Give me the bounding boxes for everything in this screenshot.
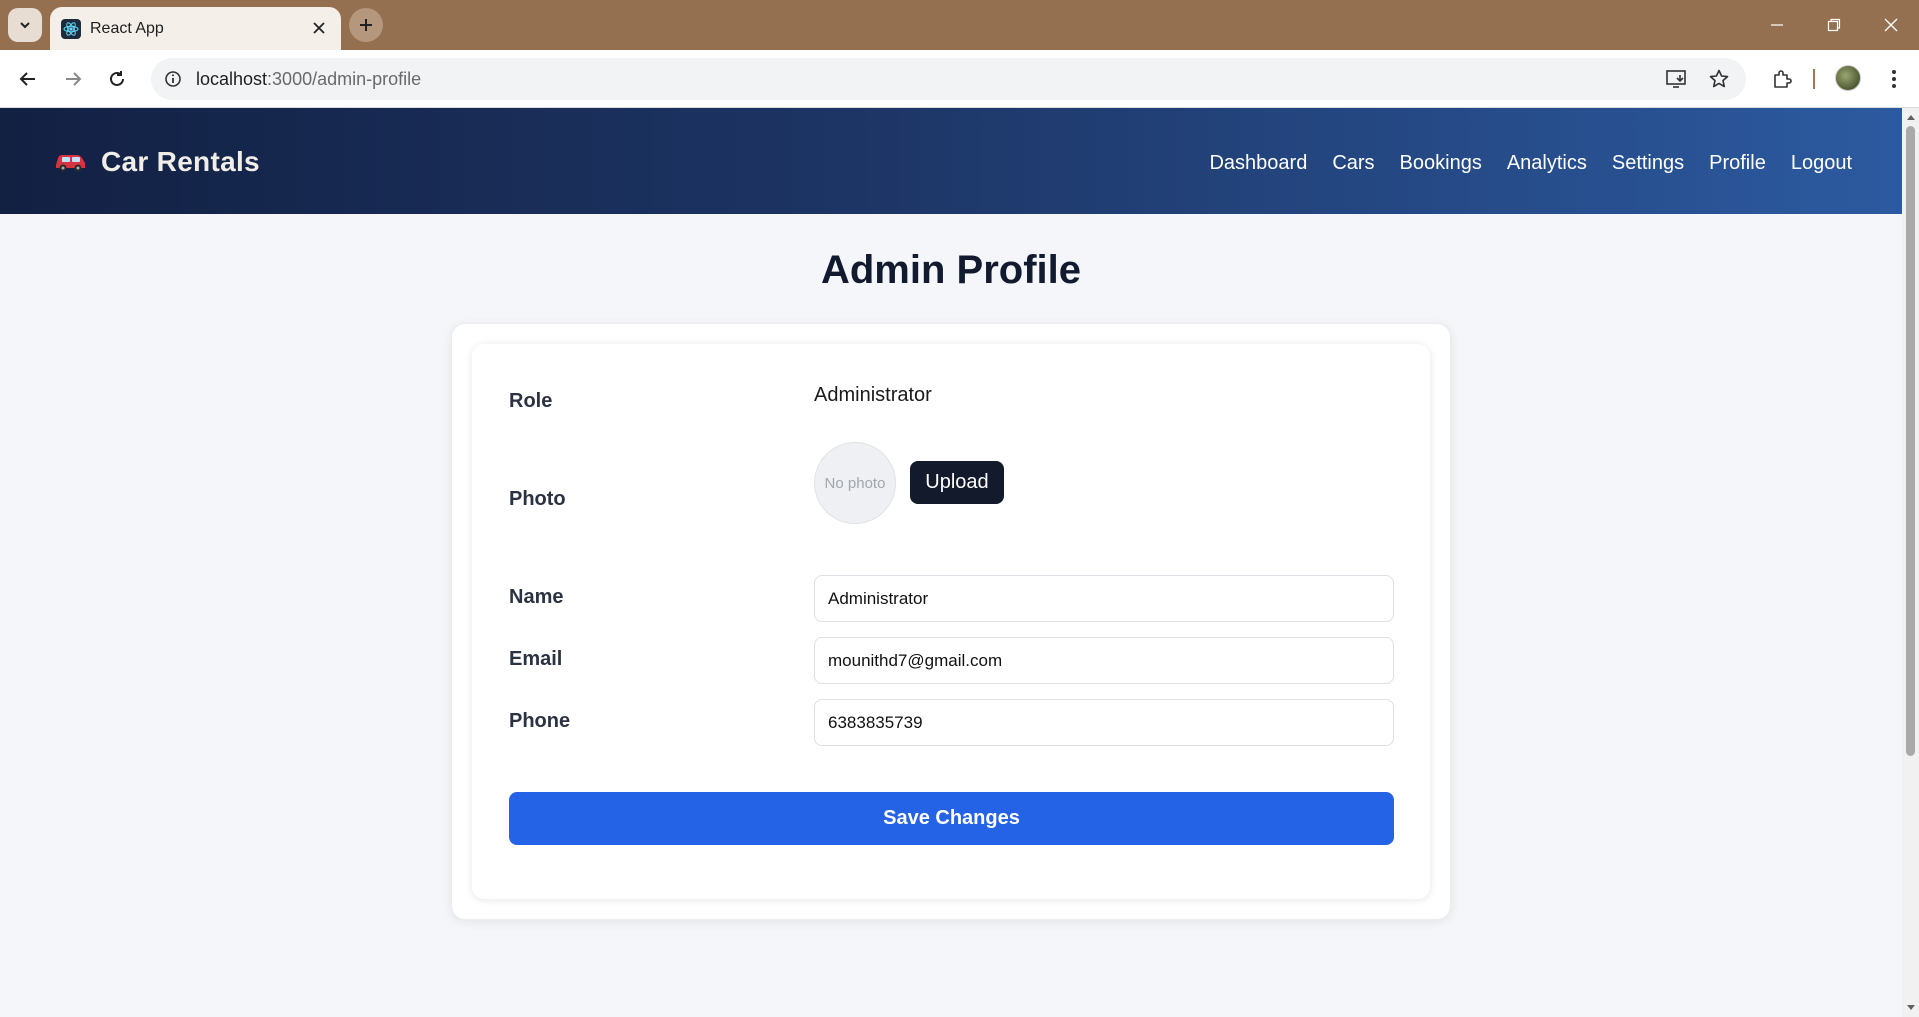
- nav-cars[interactable]: Cars: [1332, 152, 1374, 175]
- nav-analytics[interactable]: Analytics: [1507, 152, 1587, 175]
- url-path: :3000/admin-profile: [267, 69, 422, 89]
- more-menu-icon[interactable]: [1877, 62, 1911, 96]
- photo-label: Photo: [509, 488, 566, 510]
- close-tab-icon[interactable]: [309, 18, 329, 38]
- browser-tab-strip: React App: [0, 0, 1919, 50]
- name-input[interactable]: [814, 575, 1394, 622]
- profile-card: Role Administrator Photo No photo Upload…: [472, 344, 1430, 899]
- extensions-puzzle-icon[interactable]: [1765, 62, 1799, 96]
- profile-avatar[interactable]: [1835, 65, 1861, 91]
- browser-toolbar: localhost:3000/admin-profile: [0, 50, 1919, 108]
- address-bar[interactable]: localhost:3000/admin-profile: [151, 58, 1746, 100]
- scroll-down-arrow-icon[interactable]: [1905, 1002, 1916, 1013]
- nav-dashboard[interactable]: Dashboard: [1209, 152, 1307, 175]
- reload-icon[interactable]: [100, 62, 134, 96]
- minimize-window-icon[interactable]: [1762, 10, 1792, 40]
- react-logo-icon: [61, 19, 81, 39]
- car-icon: [56, 155, 85, 172]
- forward-arrow-icon[interactable]: [56, 62, 90, 96]
- scrollbar-thumb[interactable]: [1906, 126, 1915, 756]
- new-tab-button[interactable]: [349, 8, 383, 42]
- chevron-down-icon: [20, 22, 30, 29]
- role-value: Administrator: [814, 384, 932, 406]
- photo-placeholder-text: No photo: [824, 474, 886, 492]
- photo-placeholder: No photo: [814, 442, 896, 524]
- save-changes-button[interactable]: Save Changes: [509, 792, 1394, 845]
- browser-tab[interactable]: React App: [50, 7, 341, 50]
- tab-title: React App: [90, 20, 164, 37]
- page-scrollbar[interactable]: [1902, 108, 1919, 1017]
- role-label: Role: [509, 390, 553, 412]
- nav-settings[interactable]: Settings: [1612, 152, 1684, 175]
- name-label: Name: [509, 586, 564, 608]
- scroll-up-arrow-icon[interactable]: [1905, 111, 1916, 122]
- nav-bookings[interactable]: Bookings: [1400, 152, 1482, 175]
- url-host: localhost: [196, 69, 268, 89]
- brand-name: Car Rentals: [101, 146, 260, 177]
- email-label: Email: [509, 648, 563, 670]
- close-window-icon[interactable]: [1876, 10, 1906, 40]
- page-title: Admin Profile: [820, 248, 1082, 292]
- main-nav: Dashboard Cars Bookings Analytics Settin…: [1209, 152, 1852, 175]
- phone-label: Phone: [509, 710, 571, 732]
- nav-profile[interactable]: Profile: [1709, 152, 1766, 175]
- email-input[interactable]: [814, 637, 1394, 684]
- restore-window-icon[interactable]: [1819, 10, 1849, 40]
- upload-button[interactable]: Upload: [910, 461, 1004, 504]
- toolbar-divider: [1813, 69, 1815, 89]
- install-app-icon[interactable]: [1664, 66, 1690, 92]
- plus-icon: [360, 19, 372, 31]
- back-arrow-icon[interactable]: [11, 62, 45, 96]
- phone-input[interactable]: [814, 699, 1394, 746]
- bookmark-star-icon[interactable]: [1706, 66, 1732, 92]
- brand[interactable]: Car Rentals: [53, 146, 260, 178]
- site-info-icon[interactable]: [160, 66, 186, 92]
- page-viewport: Car Rentals Dashboard Cars Bookings Anal…: [0, 108, 1902, 1017]
- app-header: Car Rentals Dashboard Cars Bookings Anal…: [0, 108, 1902, 214]
- nav-logout[interactable]: Logout: [1791, 152, 1852, 175]
- url-text: localhost:3000/admin-profile: [196, 69, 421, 90]
- profile-card-outer: Role Administrator Photo No photo Upload…: [451, 323, 1451, 920]
- tab-search-button[interactable]: [8, 8, 42, 42]
